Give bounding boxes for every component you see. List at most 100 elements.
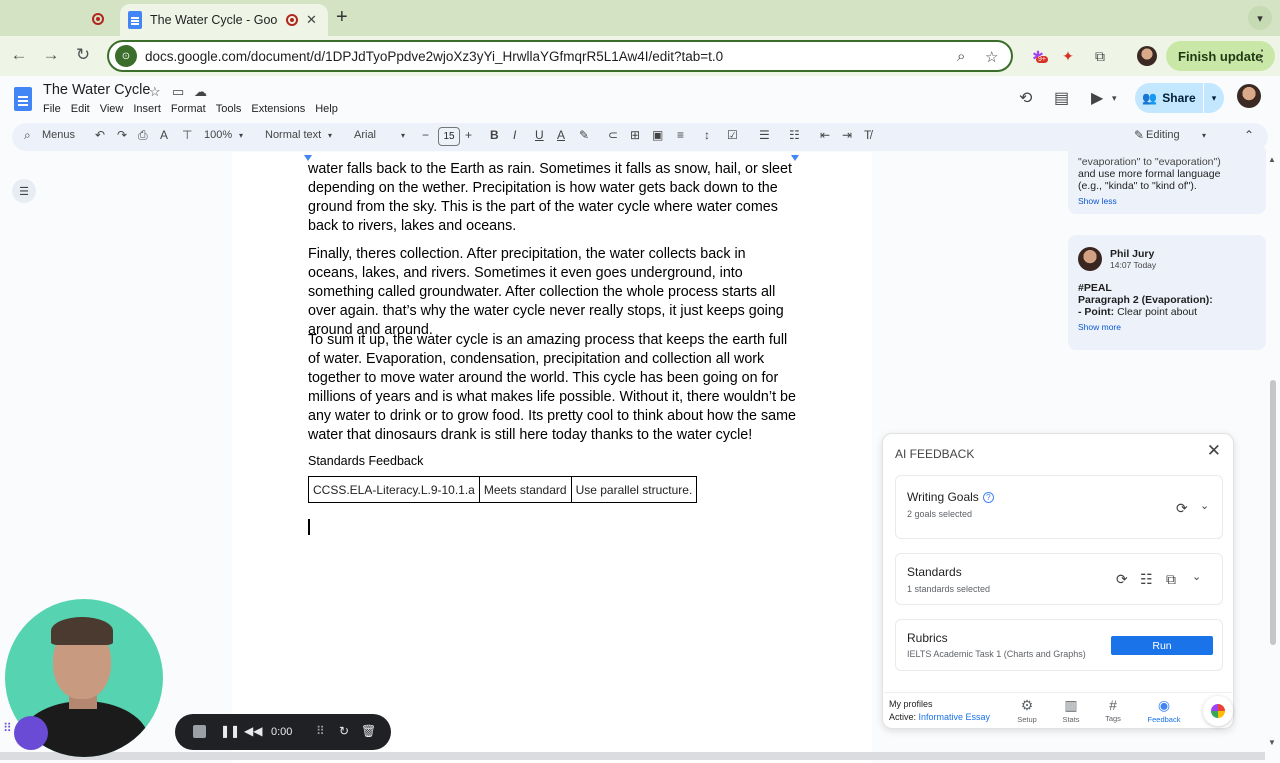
close-panel-icon[interactable]: ✕ (1207, 441, 1221, 461)
comments-icon[interactable]: ▤ (1054, 88, 1069, 108)
drag-handle-icon[interactable]: ⠿ (3, 721, 12, 735)
chevron-down-icon[interactable]: ⌄ (1192, 570, 1201, 583)
help-icon[interactable]: ? (982, 492, 994, 504)
menu-view[interactable]: View (100, 103, 124, 115)
increase-indent-icon[interactable]: ⇥ (842, 128, 852, 142)
tab-feedback[interactable]: ◉ Feedback (1144, 697, 1184, 724)
standards-table[interactable]: CCSS.ELA-Literacy.L.9-10.1.a Meets stand… (308, 476, 698, 503)
chevron-down-icon[interactable]: ⌄ (1200, 499, 1209, 512)
url-text[interactable]: docs.google.com/document/d/1DPJdTyoPpdve… (145, 49, 723, 64)
standards-feedback-heading[interactable]: Standards Feedback (308, 454, 423, 468)
bulleted-list-icon[interactable]: ☰ (759, 128, 770, 142)
underline-icon[interactable]: U (535, 128, 544, 142)
trash-icon[interactable]: 🗑 (361, 724, 376, 738)
insert-image-icon[interactable]: ▣ (652, 128, 663, 142)
menu-format[interactable]: Format (171, 103, 206, 115)
comment-card-phil[interactable]: Phil Jury 14:07 Today #PEAL Paragraph 2 … (1068, 235, 1266, 350)
tab-tags[interactable]: # Tags (1093, 697, 1133, 723)
close-tab-icon[interactable]: ✕ (306, 12, 317, 28)
spellcheck-icon[interactable]: A (160, 128, 168, 142)
reload-icon[interactable]: ↻ (72, 45, 94, 65)
zoom-lens-icon[interactable]: ⌕ (957, 48, 965, 65)
bookmark-star-icon[interactable]: ☆ (985, 48, 998, 66)
paragraph-precipitation[interactable]: water falls back to the Earth as rain. S… (308, 160, 798, 236)
scroll-up-icon[interactable]: ▲ (1268, 155, 1276, 164)
editing-chevron-icon[interactable]: ▾ (1202, 131, 1206, 140)
menu-extensions[interactable]: Extensions (251, 103, 305, 115)
editing-pencil-icon[interactable]: ✎ (1134, 128, 1144, 142)
redo-icon[interactable]: ↷ (117, 128, 127, 142)
paint-format-icon[interactable]: ⊤ (182, 128, 192, 142)
new-tab-button[interactable]: + (336, 6, 348, 29)
bold-icon[interactable]: B (490, 128, 499, 142)
align-icon[interactable]: ≡ (677, 128, 684, 142)
clear-formatting-icon[interactable]: T̸ (864, 128, 871, 142)
show-less-link[interactable]: Show less (1078, 196, 1256, 206)
tab-stats[interactable]: ▥ Stats (1051, 697, 1091, 724)
menu-help[interactable]: Help (315, 103, 338, 115)
cloud-saved-icon[interactable]: ☁ (194, 84, 207, 100)
tab-setup[interactable]: ⚙ Setup (1007, 697, 1047, 724)
site-info-icon[interactable]: ⊙ (115, 45, 137, 67)
document-title[interactable]: The Water Cycle (43, 82, 150, 98)
print-icon[interactable]: ⎙ (138, 128, 148, 143)
restart-icon[interactable]: ↻ (339, 724, 349, 738)
meet-camera-icon[interactable]: ▶ (1091, 88, 1103, 108)
add-comment-icon[interactable]: ⊞ (630, 128, 640, 142)
share-dropdown-icon[interactable]: ▾ (1204, 83, 1224, 113)
document-page[interactable]: water falls back to the Earth as rain. S… (232, 152, 872, 763)
recorder-avatar[interactable] (14, 716, 48, 750)
stop-recording-icon[interactable] (193, 725, 206, 738)
rubrics-section[interactable]: Rubrics IELTS Academic Task 1 (Charts an… (895, 619, 1223, 671)
line-spacing-icon[interactable]: ↕ (704, 128, 710, 142)
version-history-icon[interactable]: ⟲ (1019, 88, 1032, 108)
collapse-toolbar-icon[interactable]: ⌃ (1244, 128, 1254, 142)
grid-icon[interactable]: ⠿ (316, 724, 325, 738)
increase-font-size-icon[interactable]: + (465, 128, 472, 142)
menu-file[interactable]: File (43, 103, 61, 115)
writing-goals-section[interactable]: Writing Goals? 2 goals selected ⟳ ⌄ (895, 475, 1223, 539)
copy-icon[interactable]: ⧉ (1166, 571, 1176, 588)
extensions-puzzle-icon[interactable]: ⧉ (1090, 46, 1110, 66)
zoom-chevron-icon[interactable]: ▾ (239, 131, 243, 140)
document-outline-icon[interactable]: ☰ (12, 179, 36, 203)
active-profile[interactable]: Active: Informative Essay (889, 712, 990, 722)
horizontal-scrollbar[interactable] (0, 752, 1265, 760)
my-profiles-label[interactable]: My profiles (889, 699, 933, 709)
active-tab[interactable]: The Water Cycle - Google Docs ✕ (120, 4, 328, 36)
checklist-icon[interactable]: ☑ (727, 128, 738, 142)
menu-tools[interactable]: Tools (216, 103, 242, 115)
standard-result-cell[interactable]: Meets standard (478, 476, 572, 503)
editing-mode-select[interactable]: Editing (1146, 129, 1180, 141)
meet-dropdown-icon[interactable]: ▾ (1112, 93, 1117, 104)
paragraph-collection[interactable]: Finally, theres collection. After precip… (308, 245, 798, 340)
colorful-extension-icon[interactable]: ✦ (1058, 46, 1078, 66)
ai-logo-icon[interactable] (1203, 696, 1233, 726)
standards-list-icon[interactable]: ☷ (1140, 571, 1153, 588)
docs-logo-icon[interactable] (14, 87, 32, 111)
address-bar[interactable]: ⊙ docs.google.com/document/d/1DPJdTyoPpd… (107, 40, 1013, 72)
menus-search[interactable]: Menus (42, 129, 75, 141)
numbered-list-icon[interactable]: ☷ (789, 128, 800, 142)
standards-section[interactable]: Standards 1 standards selected ⟳ ☷ ⧉ ⌄ (895, 553, 1223, 605)
tab-search-chevron-icon[interactable]: ▾ (1248, 6, 1272, 30)
move-folder-icon[interactable]: ▭ (172, 84, 184, 100)
docs-account-avatar[interactable] (1237, 84, 1261, 108)
comment-card-previous[interactable]: "evaporation" to "evaporation") and use … (1068, 144, 1266, 214)
decrease-indent-icon[interactable]: ⇤ (820, 128, 830, 142)
show-more-link[interactable]: Show more (1078, 322, 1256, 332)
share-button[interactable]: 👥 Share (1135, 83, 1203, 113)
forward-arrow-icon[interactable]: → (40, 45, 62, 65)
recording-tab[interactable] (84, 8, 112, 30)
style-select[interactable]: Normal text (265, 129, 321, 141)
menu-edit[interactable]: Edit (71, 103, 90, 115)
style-chevron-icon[interactable]: ▾ (328, 131, 332, 140)
refresh-icon[interactable]: ⟳ (1176, 500, 1188, 517)
highlight-icon[interactable]: ✎ (579, 128, 589, 142)
decrease-font-size-icon[interactable]: − (422, 128, 429, 142)
more-menu-icon[interactable]: ⋮ (1254, 46, 1270, 66)
menu-insert[interactable]: Insert (133, 103, 161, 115)
paragraph-conclusion[interactable]: To sum it up, the water cycle is an amaz… (308, 331, 798, 444)
pause-icon[interactable]: ❚❚ (220, 724, 240, 738)
text-color-icon[interactable]: A (557, 128, 565, 142)
